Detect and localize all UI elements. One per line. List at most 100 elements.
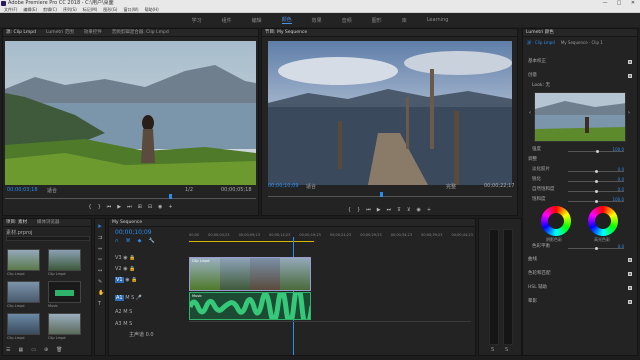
vibrance-value[interactable]: 0.0	[618, 186, 624, 194]
look-dropdown[interactable]: 无	[546, 83, 551, 88]
program-fit-select[interactable]: 适合	[306, 183, 316, 190]
tab-lumetri-scopes[interactable]: Lumetri 范围	[46, 29, 74, 36]
section-checkbox[interactable]	[628, 300, 632, 304]
step-forward-icon[interactable]: ⏭	[127, 204, 132, 210]
tab-lumetri-color[interactable]: Lumetri 颜色	[526, 29, 554, 36]
section-checkbox[interactable]	[628, 60, 632, 64]
menu-window[interactable]: 窗口(W)	[123, 7, 138, 12]
step-back-icon[interactable]: ⏮	[366, 207, 371, 213]
intensity-slider[interactable]	[568, 150, 624, 153]
look-preview[interactable]	[534, 92, 626, 142]
overwrite-icon[interactable]: ⊟	[148, 204, 152, 210]
section-checkbox[interactable]	[628, 272, 632, 276]
selection-tool-icon[interactable]: ➤	[97, 223, 102, 230]
extract-icon[interactable]: ⊻	[407, 207, 411, 213]
shadow-tint-wheel[interactable]	[541, 206, 571, 236]
tab-media-browser[interactable]: 媒体浏览器	[37, 219, 60, 226]
type-tool-icon[interactable]: T	[98, 301, 101, 307]
source-timecode[interactable]: 00;00;03;18	[7, 187, 38, 193]
vibrance-slider[interactable]	[568, 190, 624, 193]
clip-thumbnail[interactable]	[7, 249, 40, 271]
marker-icon[interactable]: ◆	[138, 238, 142, 244]
menu-clip[interactable]: 剪辑(C)	[43, 7, 57, 12]
snap-icon[interactable]: ∩	[115, 238, 119, 244]
audio-thumbnail[interactable]	[48, 281, 81, 303]
add-icon[interactable]: +	[427, 207, 431, 213]
play-icon[interactable]: ▶	[117, 204, 121, 210]
menu-file[interactable]: 文件(F)	[4, 7, 17, 12]
faded-slider[interactable]	[568, 170, 624, 173]
track-select-tool-icon[interactable]: ⇉	[98, 235, 102, 241]
tab-audio-mixer[interactable]: 音频剪辑混合器: Clip Lmpd	[112, 29, 169, 36]
clip-thumbnail[interactable]	[48, 313, 81, 335]
tint-balance-value[interactable]: 0.0	[618, 243, 624, 251]
insert-icon[interactable]: ⊞	[138, 204, 142, 210]
ws-libraries[interactable]: 库	[402, 17, 407, 24]
linked-icon[interactable]: ⌘	[126, 238, 131, 244]
ws-audio[interactable]: 音频	[342, 17, 352, 24]
tab-sequence[interactable]: My Sequence	[112, 219, 142, 226]
source-scrubber[interactable]	[5, 194, 256, 199]
track-target-a1[interactable]: A1	[115, 295, 124, 301]
section-checkbox[interactable]	[628, 74, 632, 78]
menu-graphics[interactable]: 图形(G)	[103, 7, 117, 12]
section-creative[interactable]: 创意	[528, 72, 632, 80]
camera-icon[interactable]: ◉	[158, 204, 162, 210]
ws-assembly[interactable]: 组件	[222, 17, 232, 24]
source-resolution-select[interactable]: 1/2	[185, 187, 193, 193]
track-target-v1[interactable]: V1	[115, 277, 124, 283]
clip-thumbnail[interactable]	[7, 281, 40, 303]
project-search-input[interactable]	[6, 236, 90, 241]
ws-color[interactable]: 颜色	[281, 16, 292, 24]
new-item-icon[interactable]: ⊕	[44, 347, 48, 353]
section-vignette[interactable]: 晕影	[528, 298, 632, 306]
wrench-icon[interactable]: 🔧	[149, 238, 155, 244]
program-scrubber[interactable]	[268, 192, 512, 197]
program-timecode[interactable]: 00;00;10;09	[268, 183, 299, 189]
icon-view-icon[interactable]: ▦	[18, 347, 23, 353]
camera-icon[interactable]: ◉	[417, 207, 421, 213]
highlight-tint-wheel[interactable]	[588, 206, 618, 236]
minimize-icon[interactable]: —	[598, 0, 612, 7]
timeline-ruler[interactable]: 00;00 00;00;04;23 00;00;09;23 00;00;14;2…	[189, 233, 473, 237]
meter-solo-left[interactable]: S	[491, 347, 494, 353]
pen-tool-icon[interactable]: ✎	[98, 279, 102, 285]
mark-in-icon[interactable]: {	[348, 207, 351, 213]
section-curves[interactable]: 曲线	[528, 256, 632, 264]
clip-thumbnail[interactable]	[7, 313, 40, 335]
menu-help[interactable]: 帮助(H)	[145, 7, 159, 12]
look-next-icon[interactable]: ›	[628, 110, 630, 116]
step-forward-icon[interactable]: ⏭	[387, 207, 392, 213]
intensity-value[interactable]: 100.0	[613, 146, 624, 154]
faded-value[interactable]: 0.0	[618, 166, 624, 174]
menu-edit[interactable]: 编辑(E)	[23, 7, 37, 12]
sharpen-value[interactable]: 0.0	[618, 176, 624, 184]
new-bin-icon[interactable]: ▭	[31, 347, 36, 353]
maximize-icon[interactable]: □	[612, 0, 626, 7]
lumetri-source-label[interactable]: 源 · Clip Lmpd	[527, 40, 555, 46]
hand-tool-icon[interactable]: ✋	[98, 290, 104, 296]
ws-learn[interactable]: 学习	[192, 17, 202, 24]
video-clip[interactable]: Clip Lmpd	[189, 257, 311, 291]
tab-program[interactable]: 节目: My Sequence	[265, 29, 307, 36]
trash-icon[interactable]: 🗑	[56, 347, 62, 353]
adjust-header[interactable]: 调整	[528, 156, 632, 164]
audio-clip[interactable]: Music	[189, 292, 311, 320]
saturation-slider[interactable]	[568, 200, 624, 203]
clip-thumbnail[interactable]	[48, 249, 81, 271]
ws-editing[interactable]: 编辑	[252, 17, 262, 24]
tab-source[interactable]: 源: Clip Lmpd	[6, 29, 36, 36]
tab-effect-controls[interactable]: 效果控件	[84, 29, 102, 36]
play-icon[interactable]: ▶	[377, 207, 381, 213]
close-icon[interactable]: ✕	[626, 0, 640, 7]
sharpen-slider[interactable]	[568, 180, 624, 183]
lumetri-seq-label[interactable]: My Sequence · Clip 1	[561, 40, 603, 46]
tint-balance-slider[interactable]	[568, 247, 624, 250]
section-checkbox[interactable]	[628, 258, 632, 262]
meter-solo-right[interactable]: S	[505, 347, 508, 353]
tab-project[interactable]: 项目: 素材	[6, 219, 27, 226]
razor-tool-icon[interactable]: ✂	[98, 257, 102, 263]
step-back-icon[interactable]: ⏮	[107, 204, 112, 210]
lift-icon[interactable]: ⊼	[397, 207, 401, 213]
section-hsl[interactable]: HSL 辅助	[528, 284, 632, 292]
